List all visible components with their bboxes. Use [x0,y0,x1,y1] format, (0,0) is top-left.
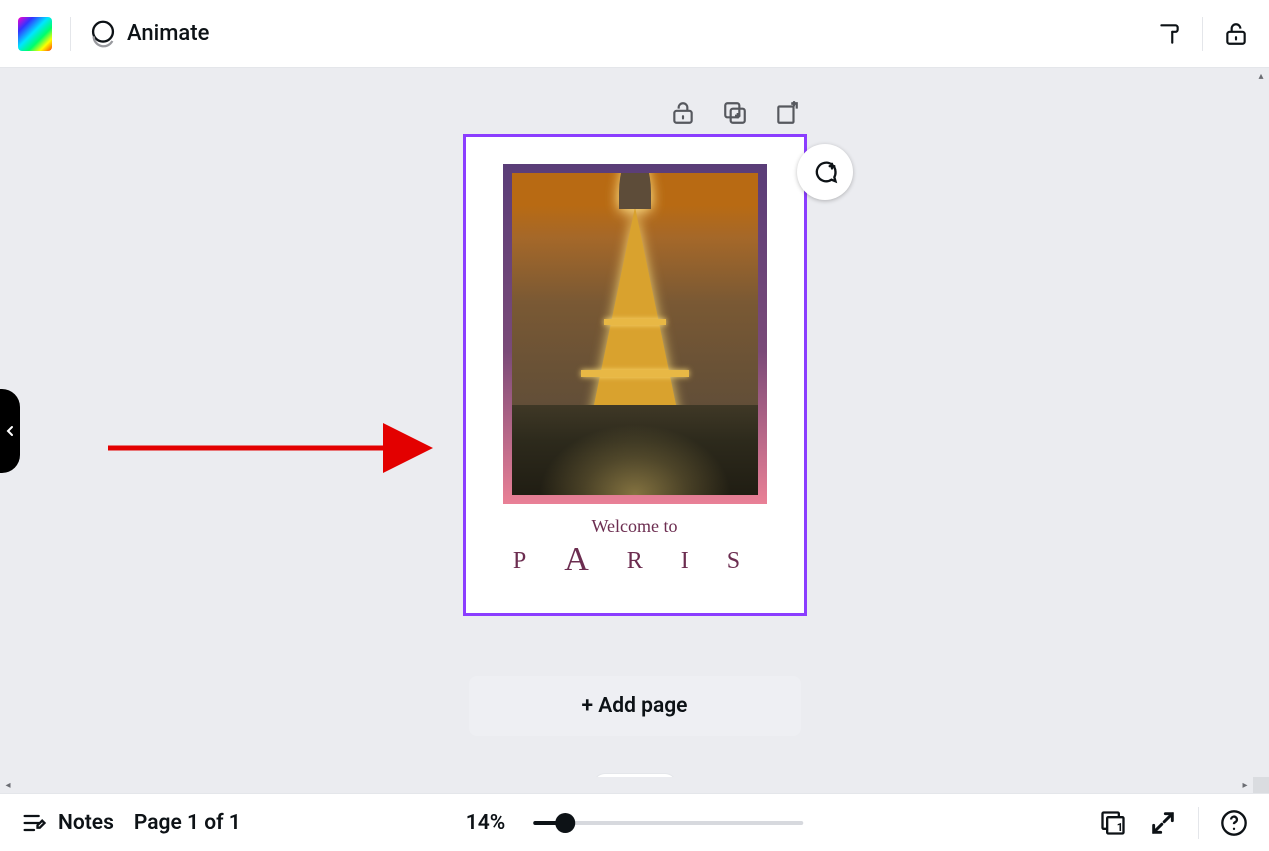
help-button[interactable] [1219,808,1249,838]
add-page-label: + Add page [582,694,688,718]
notes-label: Notes [58,811,114,835]
add-page-icon-button[interactable] [772,98,802,128]
design-page[interactable]: Welcome to P A R I S [463,134,807,616]
background-color-swatch[interactable] [18,17,52,51]
zoom-percent-label[interactable]: 14% [466,811,506,835]
photo-frame[interactable] [503,164,767,504]
expand-side-panel-tab[interactable] [0,389,20,473]
scroll-corner [1253,777,1269,793]
separator [70,17,71,51]
animate-button[interactable]: Animate [89,20,209,48]
duplicate-page-button[interactable] [720,98,750,128]
page-status-text[interactable]: Page 1 of 1 [134,811,241,835]
animate-label: Animate [127,21,209,46]
separator [1202,17,1203,51]
canvas-area: Welcome to P A R I S + Add page ▴▾ ◂▸ [0,68,1269,793]
add-comment-button[interactable] [797,144,853,200]
caption-city-text[interactable]: P A R I S [513,539,756,577]
grid-view-button[interactable]: 1 [1098,808,1128,838]
annotation-arrow [108,436,458,500]
canvas-wrap: Welcome to P A R I S [463,134,807,616]
eiffel-tower-photo[interactable] [512,173,758,495]
notes-button[interactable]: Notes [20,809,114,837]
lock-page-button[interactable] [668,98,698,128]
add-page-button[interactable]: + Add page [469,676,801,736]
caption-welcome-text[interactable]: Welcome to [591,516,677,537]
vertical-scrollbar[interactable]: ▴▾ [1253,68,1269,793]
lock-button[interactable] [1221,19,1251,49]
page-action-icons [668,98,802,128]
separator [1198,807,1199,839]
top-toolbar: Animate [0,0,1269,68]
thumbnail-page-num: 1 [1117,821,1123,834]
styles-button[interactable] [1154,19,1184,49]
zoom-slider[interactable] [533,814,803,832]
animate-icon [89,20,117,48]
fullscreen-button[interactable] [1148,808,1178,838]
horizontal-scrollbar[interactable]: ◂▸ [0,777,1253,793]
zoom-controls: 14% [466,811,804,835]
bottom-bar: Notes Page 1 of 1 14% 1 [0,793,1269,851]
